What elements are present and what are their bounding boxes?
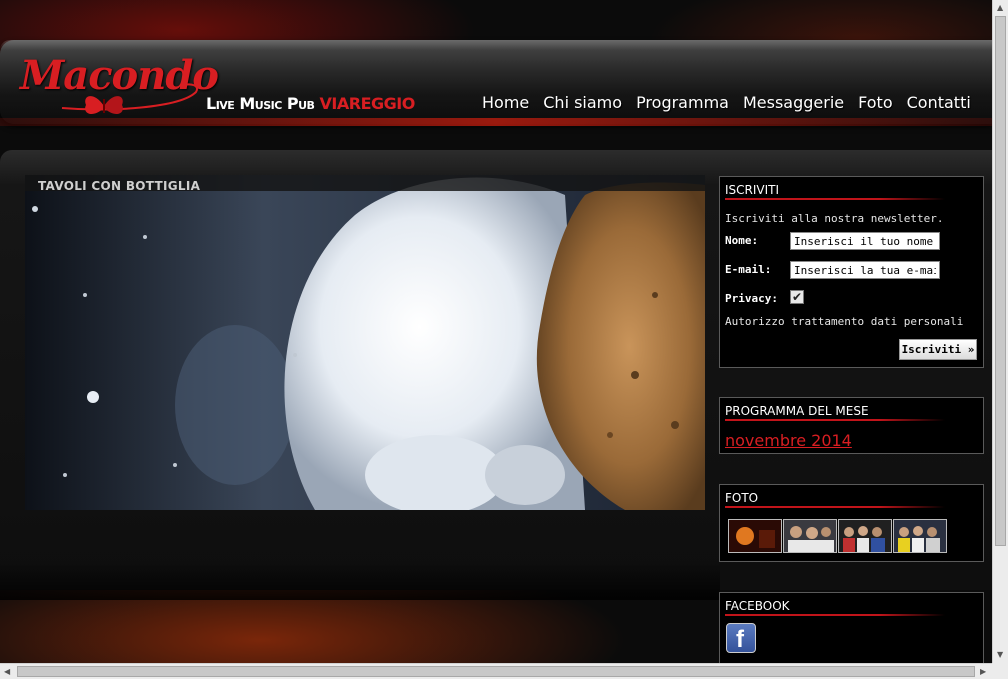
photo-thumb-image [894, 520, 946, 552]
horizontal-scrollbar-thumb[interactable] [17, 666, 975, 677]
nav-home[interactable]: Home [482, 93, 529, 112]
programma-box: PROGRAMMA DEL MESE novembre 2014 [719, 397, 984, 454]
privacy-checkbox[interactable]: ✔ [790, 290, 804, 304]
tagline-main: Live Music Pub [206, 94, 315, 113]
consent-text: Autorizzo trattamento dati personali [725, 315, 964, 328]
title-underline [725, 198, 945, 200]
scrollbar-corner [992, 663, 1008, 679]
nav-messaggerie[interactable]: Messaggerie [743, 93, 844, 112]
photo-thumb-2[interactable] [783, 519, 837, 553]
nav-chi-siamo[interactable]: Chi siamo [543, 93, 622, 112]
photo-thumb-1[interactable] [728, 519, 782, 553]
newsletter-box: ISCRIVITI Iscriviti alla nostra newslett… [719, 176, 984, 368]
programma-title: PROGRAMMA DEL MESE [725, 404, 869, 418]
privacy-label: Privacy: [725, 292, 778, 305]
header-red-glow [0, 118, 992, 126]
nav-foto[interactable]: Foto [858, 93, 892, 112]
foto-title: FOTO [725, 491, 759, 505]
name-label: Nome: [725, 234, 759, 247]
tagline-city: VIAREGGIO [319, 94, 416, 113]
nav-contatti[interactable]: Contatti [907, 93, 971, 112]
photo-thumb-image [729, 520, 781, 552]
nav-programma[interactable]: Programma [636, 93, 729, 112]
hero-slideshow[interactable]: TAVOLI CON BOTTIGLIA [25, 175, 705, 510]
name-input[interactable] [790, 232, 940, 250]
hero-caption: TAVOLI CON BOTTIGLIA [38, 179, 201, 193]
subscribe-button[interactable]: Iscriviti » [899, 339, 977, 360]
facebook-title: FACEBOOK [725, 599, 790, 613]
photo-thumb-image [784, 520, 836, 552]
email-input[interactable] [790, 261, 940, 279]
photo-thumb-image [839, 520, 891, 552]
scroll-right-arrow-icon[interactable]: ▶ [980, 667, 986, 676]
scroll-down-arrow-icon[interactable]: ▼ [997, 650, 1003, 659]
vertical-scrollbar-thumb[interactable] [995, 16, 1006, 546]
foto-box: FOTO [719, 484, 984, 562]
newsletter-title: ISCRIVITI [725, 183, 780, 197]
tagline: Live Music Pub VIAREGGIO [206, 94, 415, 113]
email-label: E-mail: [725, 263, 772, 276]
facebook-box: FACEBOOK f [719, 592, 984, 669]
content-panel-fade [0, 560, 720, 600]
header-shine [0, 40, 992, 50]
butterfly-icon [85, 96, 123, 115]
main-nav: Home Chi siamo Programma Messaggerie Fot… [482, 93, 971, 112]
photo-thumb-3[interactable] [838, 519, 892, 553]
month-program-link[interactable]: novembre 2014 [725, 431, 852, 450]
photo-thumb-4[interactable] [893, 519, 947, 553]
horizontal-scrollbar[interactable]: ◀ ▶ [0, 663, 992, 679]
title-underline [725, 614, 945, 616]
vertical-scrollbar[interactable]: ▲ ▼ [992, 0, 1008, 663]
facebook-icon[interactable]: f [726, 623, 756, 653]
title-underline [725, 419, 945, 421]
scroll-left-arrow-icon[interactable]: ◀ [4, 667, 10, 676]
hero-image [25, 175, 705, 510]
scroll-up-arrow-icon[interactable]: ▲ [997, 3, 1003, 12]
title-underline [725, 506, 945, 508]
newsletter-intro: Iscriviti alla nostra newsletter. [725, 212, 944, 225]
